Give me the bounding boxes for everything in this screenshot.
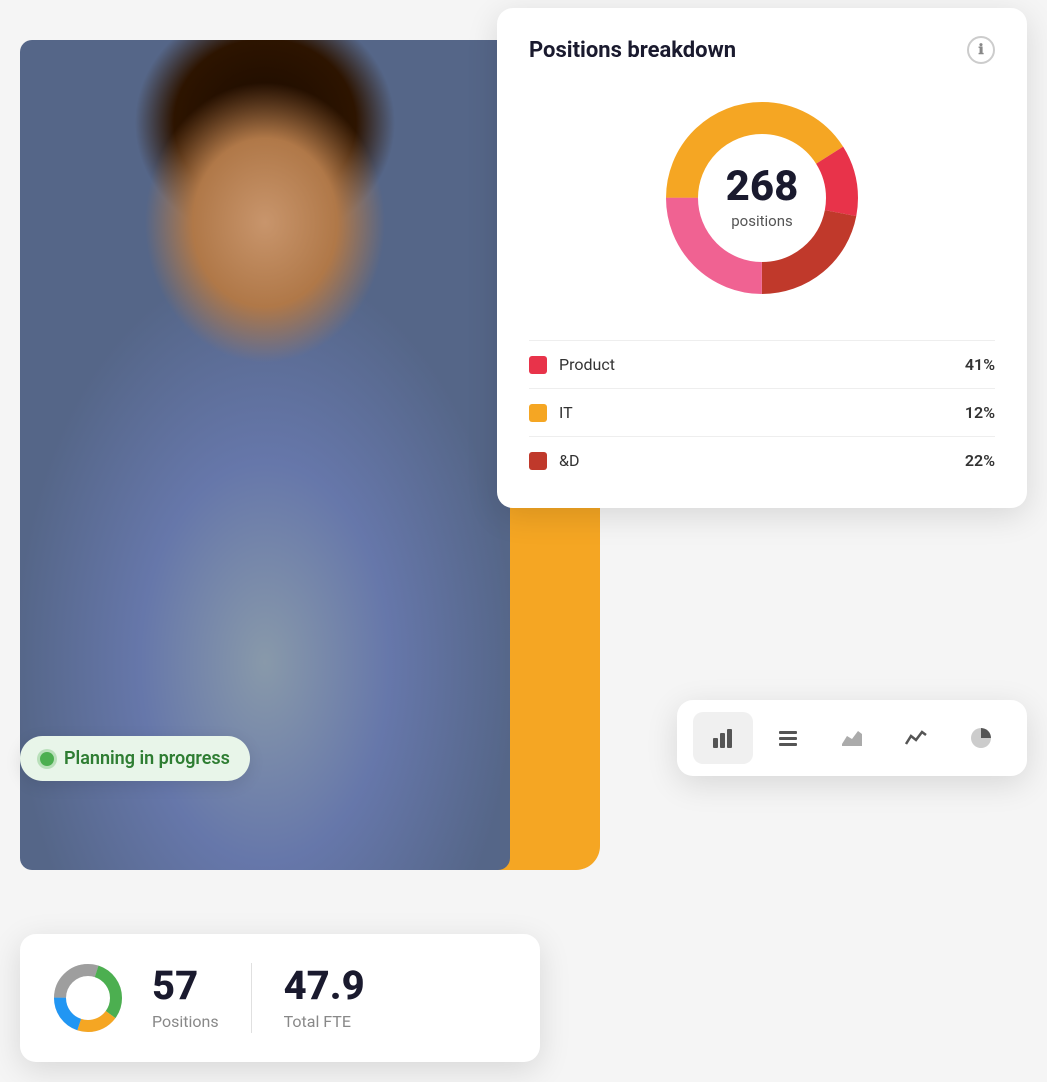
legend-color-it	[529, 404, 547, 422]
fte-label: Total FTE	[284, 1012, 365, 1031]
legend-item: &D 22%	[529, 436, 995, 484]
stats-right: 57 Positions 47.9 Total FTE	[152, 963, 512, 1033]
pie-chart-button[interactable]	[951, 712, 1011, 764]
stats-donut-svg	[48, 958, 128, 1038]
stats-donut	[48, 958, 128, 1038]
bar-chart-button[interactable]	[693, 712, 753, 764]
bar-chart-icon	[711, 726, 735, 750]
total-positions-number: 268	[726, 166, 799, 208]
card-header: Positions breakdown ℹ	[529, 36, 995, 64]
chart-toolbar	[677, 700, 1027, 776]
pie-chart-icon	[969, 726, 993, 750]
fte-stats: 47.9 Total FTE	[284, 966, 365, 1031]
fte-number: 47.9	[284, 966, 365, 1006]
badge-dot	[40, 752, 54, 766]
card-title: Positions breakdown	[529, 38, 736, 63]
legend-pct-rd: 22%	[965, 451, 995, 470]
legend-list: Product 41% IT 12% &D 22%	[529, 340, 995, 484]
positions-breakdown-card: Positions breakdown ℹ 268 positions	[497, 8, 1027, 508]
positions-label: Positions	[152, 1012, 219, 1031]
legend-pct-it: 12%	[965, 403, 995, 422]
info-icon[interactable]: ℹ	[967, 36, 995, 64]
donut-chart: 268 positions	[652, 88, 872, 308]
stats-divider	[251, 963, 252, 1033]
area-chart-icon	[840, 726, 864, 750]
line-chart-button[interactable]	[886, 712, 946, 764]
legend-item: Product 41%	[529, 340, 995, 388]
legend-pct-product: 41%	[965, 355, 995, 374]
legend-color-rd	[529, 452, 547, 470]
legend-name-product: Product	[559, 355, 965, 374]
legend-color-product	[529, 356, 547, 374]
stats-card: 57 Positions 47.9 Total FTE	[20, 934, 540, 1062]
area-chart-button[interactable]	[822, 712, 882, 764]
legend-item: IT 12%	[529, 388, 995, 436]
list-button[interactable]	[757, 712, 817, 764]
donut-center: 268 positions	[726, 166, 799, 230]
line-chart-icon	[904, 726, 928, 750]
donut-chart-container: 268 positions	[529, 88, 995, 308]
positions-stats: 57 Positions	[152, 966, 219, 1031]
planning-badge: Planning in progress	[20, 736, 250, 781]
legend-name-rd: &D	[559, 451, 965, 470]
total-positions-label: positions	[726, 212, 799, 230]
badge-text: Planning in progress	[64, 748, 230, 769]
legend-name-it: IT	[559, 403, 965, 422]
positions-number: 57	[152, 966, 219, 1006]
list-icon	[776, 726, 800, 750]
